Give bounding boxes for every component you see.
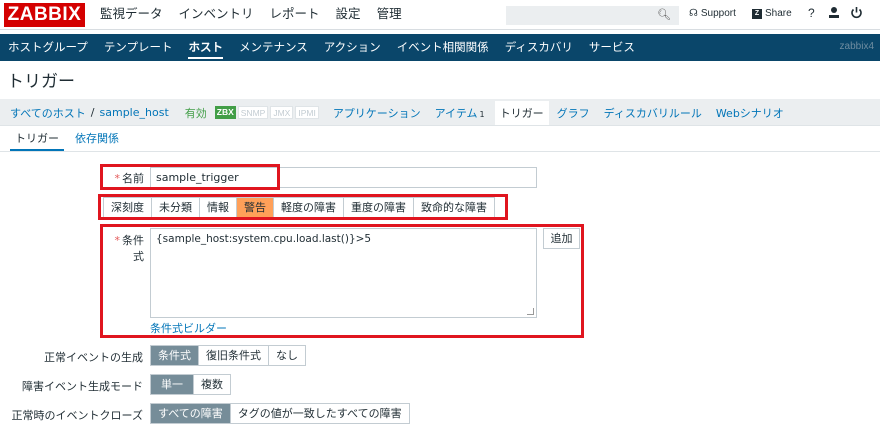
form-tabs: トリガー 依存関係: [10, 129, 130, 151]
share-link[interactable]: Z Share: [752, 8, 792, 19]
required-mark: *: [114, 172, 121, 185]
main-menu-reports[interactable]: レポート: [262, 0, 328, 30]
power-icon: [851, 7, 862, 19]
resize-handle[interactable]: [527, 308, 534, 315]
main-menu-inventory[interactable]: インベントリ: [171, 0, 262, 30]
sub-menu-actions[interactable]: アクション: [316, 34, 389, 61]
items-label: アイテム: [434, 106, 478, 120]
problem-mode-multiple[interactable]: 複数: [193, 375, 230, 394]
breadcrumb-separator: /: [90, 106, 95, 119]
server-name: zabbix4: [839, 41, 874, 52]
search-icon[interactable]: 🔍︎: [657, 8, 671, 22]
share-icon: Z: [752, 8, 762, 19]
problem-mode-single[interactable]: 単一: [151, 375, 193, 394]
main-menu: 監視データ インベントリ レポート 設定 管理: [92, 0, 410, 30]
zbx-badge: ZBX: [214, 106, 236, 119]
expression-textarea[interactable]: {sample_host:system.cpu.load.last()}>5: [150, 228, 537, 318]
web-scenarios-link[interactable]: Webシナリオ: [716, 105, 784, 121]
items-link[interactable]: アイテム 1: [435, 105, 485, 121]
add-expression-button[interactable]: 追加: [543, 228, 580, 249]
host-navigation: すべてのホスト / sample_host 有効 ZBX SNMP JMX IP…: [0, 99, 880, 126]
sub-menu: ホストグループ テンプレート ホスト メンテナンス アクション イベント相関関係…: [0, 34, 643, 61]
ok-event-label: 正常イベントの生成: [44, 351, 143, 364]
items-count: 1: [479, 109, 485, 119]
host-status[interactable]: 有効: [185, 105, 207, 121]
ok-close-tag-match[interactable]: タグの値が一致したすべての障害: [229, 404, 409, 423]
ok-event-none[interactable]: なし: [268, 346, 305, 365]
applications-link[interactable]: アプリケーション: [333, 105, 421, 121]
user-profile-button[interactable]: [828, 6, 840, 19]
sub-menu-hostgroups[interactable]: ホストグループ: [0, 34, 96, 61]
page-title: トリガー: [7, 72, 75, 92]
severity-not-classified[interactable]: 未分類: [151, 198, 199, 217]
severity-label: 深刻度: [104, 198, 151, 217]
expression-value: {sample_host:system.cpu.load.last()}>5: [156, 233, 372, 245]
ok-close-all-problems[interactable]: すべての障害: [151, 404, 230, 423]
share-label: Share: [765, 8, 792, 19]
search-input[interactable]: [506, 6, 679, 25]
problem-mode-label: 障害イベント生成モード: [22, 380, 143, 393]
name-label: * 名前: [114, 172, 145, 185]
sub-menu-services[interactable]: サービス: [581, 34, 643, 61]
sub-menu-templates[interactable]: テンプレート: [96, 34, 181, 61]
tabs-divider: [0, 151, 880, 152]
support-label: Support: [700, 8, 736, 19]
all-hosts-link[interactable]: すべてのホスト: [10, 105, 86, 121]
severity-high[interactable]: 重度の障害: [343, 198, 413, 217]
ok-event-expression[interactable]: 条件式: [151, 346, 198, 365]
severity-selector: 深刻度 未分類 情報 警告 軽度の障害 重度の障害 致命的な障害: [103, 197, 495, 218]
severity-average[interactable]: 軽度の障害: [273, 198, 343, 217]
severity-disaster[interactable]: 致命的な障害: [413, 198, 494, 217]
expression-builder-link[interactable]: 条件式ビルダー: [150, 320, 227, 336]
sub-menu-correlation[interactable]: イベント相関関係: [389, 34, 497, 61]
sub-menu-hosts[interactable]: ホスト: [180, 34, 231, 61]
tab-dependencies[interactable]: 依存関係: [70, 129, 124, 151]
triggers-current: トリガー: [494, 100, 549, 125]
severity-warning[interactable]: 警告: [236, 198, 273, 217]
support-link[interactable]: ☊ Support: [689, 8, 736, 19]
ok-close-selector: すべての障害 タグの値が一致したすべての障害: [150, 403, 410, 424]
help-button[interactable]: ?: [808, 6, 815, 20]
name-field[interactable]: sample_trigger: [150, 167, 537, 188]
ok-event-selector: 条件式 復旧条件式 なし: [150, 345, 306, 366]
signout-button[interactable]: [850, 6, 863, 19]
ok-close-label: 正常時のイベントクローズ: [11, 409, 143, 422]
sub-menu-discovery[interactable]: ディスカバリ: [497, 34, 581, 61]
user-icon: [829, 7, 839, 18]
ok-event-recovery-expression[interactable]: 復旧条件式: [198, 346, 268, 365]
discovery-rules-link[interactable]: ディスカバリルール: [604, 105, 702, 121]
tab-trigger[interactable]: トリガー: [10, 129, 64, 151]
zabbix-logo[interactable]: ZABBIX: [4, 3, 85, 27]
main-menu-monitoring[interactable]: 監視データ: [92, 0, 171, 30]
headset-icon: ☊: [689, 8, 698, 19]
host-link[interactable]: sample_host: [100, 106, 169, 119]
main-menu-configuration[interactable]: 設定: [328, 0, 369, 30]
jmx-badge: JMX: [270, 106, 294, 119]
sub-menu-bar: ホストグループ テンプレート ホスト メンテナンス アクション イベント相関関係…: [0, 34, 880, 61]
graphs-link[interactable]: グラフ: [557, 105, 590, 121]
sub-menu-maintenance[interactable]: メンテナンス: [231, 34, 316, 61]
snmp-badge: SNMP: [237, 106, 269, 119]
main-menu-administration[interactable]: 管理: [369, 0, 410, 30]
severity-information[interactable]: 情報: [199, 198, 236, 217]
help-icon: ?: [808, 6, 815, 20]
ipmi-badge: IPMI: [295, 106, 319, 119]
problem-mode-selector: 単一 複数: [150, 374, 231, 395]
expression-label: * 条件式: [114, 234, 145, 263]
top-bar: ZABBIX 監視データ インベントリ レポート 設定 管理 🔍︎ ☊ Supp…: [0, 0, 880, 30]
